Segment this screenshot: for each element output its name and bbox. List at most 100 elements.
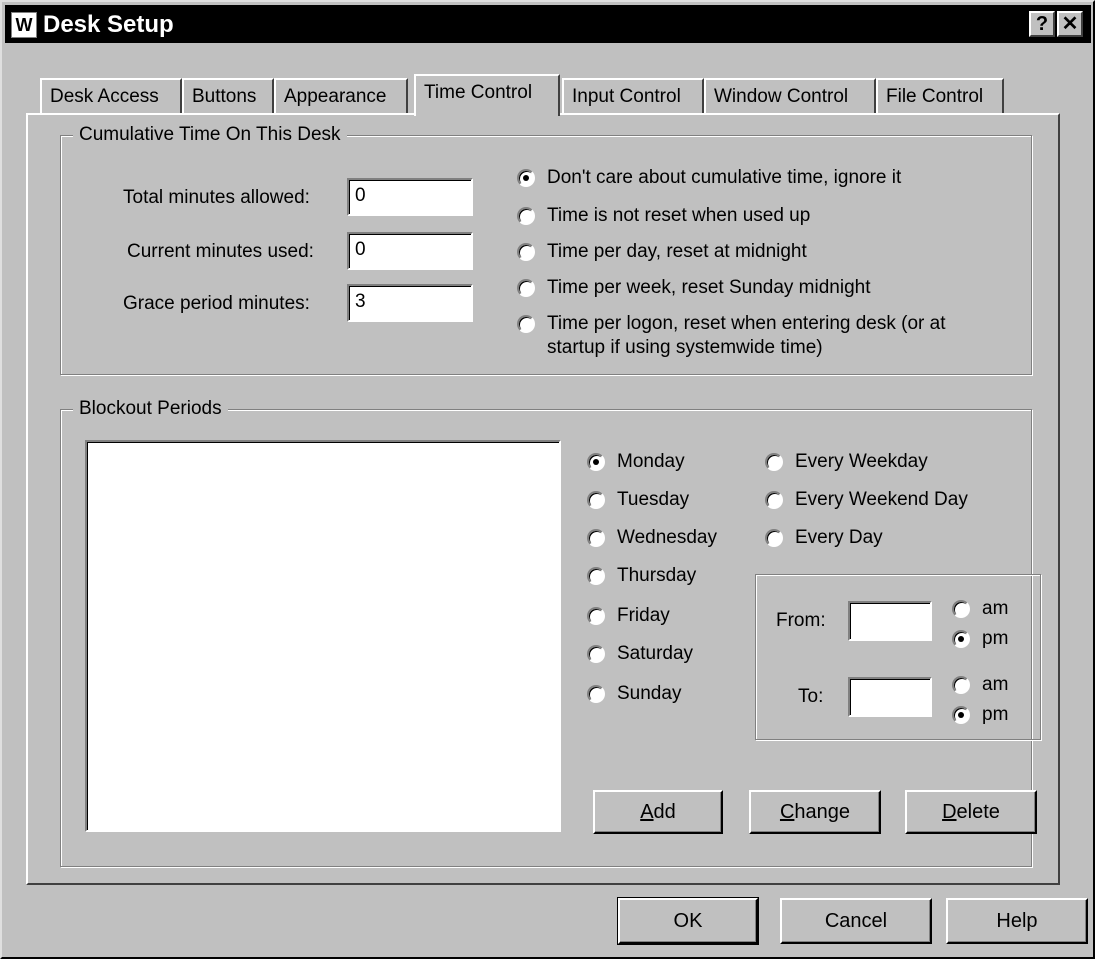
day-label: Saturday [617, 643, 694, 664]
group-label: Every Weekday [795, 451, 928, 472]
day-label: Monday [617, 451, 685, 472]
current-minutes-field[interactable]: 0 [347, 232, 473, 270]
option-not-reset[interactable]: Time is not reset when used up [517, 204, 810, 228]
option-label: Time per day, reset at midnight [547, 241, 807, 262]
am-label: am [982, 598, 1009, 619]
total-minutes-label: Total minutes allowed: [123, 187, 310, 208]
ok-button[interactable]: OK [617, 897, 759, 945]
option-per-day[interactable]: Time per day, reset at midnight [517, 240, 807, 264]
radio-icon[interactable] [587, 567, 605, 585]
delete-mnemonic: D [942, 801, 957, 823]
grace-period-label: Grace period minutes: [123, 293, 310, 314]
day-label: Tuesday [617, 489, 690, 510]
radio-icon[interactable] [587, 453, 605, 471]
radio-icon[interactable] [765, 529, 783, 547]
day-monday[interactable]: Monday [587, 450, 685, 474]
option-label: Don't care about cumulative time, ignore… [547, 167, 902, 188]
tab-desk-access[interactable]: Desk Access [40, 78, 182, 114]
time-range-group: From: am pm To: am pm [755, 574, 1041, 740]
radio-icon[interactable] [587, 685, 605, 703]
radio-icon[interactable] [517, 279, 535, 297]
group-label: Every Day [795, 527, 883, 548]
option-ignore-cumulative[interactable]: Don't care about cumulative time, ignore… [517, 166, 901, 190]
desk-setup-window: W Desk Setup ? ✕ Desk Access Buttons App… [0, 0, 1095, 959]
pm-label: pm [982, 628, 1009, 649]
cancel-button[interactable]: Cancel [780, 898, 932, 944]
window-title: Desk Setup [43, 11, 174, 38]
current-minutes-label: Current minutes used: [127, 241, 314, 262]
every-weekday[interactable]: Every Weekday [765, 450, 928, 474]
radio-icon[interactable] [952, 676, 970, 694]
option-per-logon[interactable]: Time per logon, reset when entering desk… [517, 312, 946, 336]
radio-icon[interactable] [587, 645, 605, 663]
help-button[interactable]: Help [946, 898, 1088, 944]
close-icon[interactable]: ✕ [1057, 11, 1083, 37]
day-sunday[interactable]: Sunday [587, 682, 681, 706]
from-pm[interactable]: pm [952, 627, 1008, 651]
day-label: Sunday [617, 683, 682, 704]
blockout-periods-group: Blockout Periods Monday Tuesday Wednesda… [60, 397, 1041, 867]
tab-time-control[interactable]: Time Control [414, 74, 560, 116]
change-button[interactable]: Change [749, 790, 881, 834]
radio-icon[interactable] [517, 243, 535, 261]
to-am[interactable]: am [952, 673, 1008, 697]
day-friday[interactable]: Friday [587, 604, 670, 628]
option-label: Time per week, reset Sunday midnight [547, 277, 871, 298]
day-label: Thursday [617, 565, 697, 586]
add-mnemonic: A [640, 801, 654, 823]
radio-icon[interactable] [765, 453, 783, 471]
radio-icon[interactable] [517, 169, 535, 187]
every-weekend-day[interactable]: Every Weekend Day [765, 488, 968, 512]
group-label: Every Weekend Day [795, 489, 968, 510]
day-label: Wednesday [617, 527, 717, 548]
title-bar[interactable]: W Desk Setup ? ✕ [5, 5, 1091, 43]
radio-icon[interactable] [587, 491, 605, 509]
total-minutes-field[interactable]: 0 [347, 178, 473, 216]
from-am[interactable]: am [952, 597, 1008, 621]
blockout-periods-list[interactable] [85, 440, 561, 832]
to-time-field[interactable] [848, 677, 932, 717]
day-wednesday[interactable]: Wednesday [587, 526, 717, 550]
delete-button[interactable]: Delete [905, 790, 1037, 834]
radio-icon[interactable] [517, 315, 535, 333]
pm-label: pm [982, 704, 1009, 725]
grace-period-field[interactable]: 3 [347, 284, 473, 322]
radio-icon[interactable] [587, 529, 605, 547]
day-saturday[interactable]: Saturday [587, 642, 693, 666]
add-label-rest: dd [653, 801, 676, 823]
am-label: am [982, 674, 1009, 695]
radio-icon[interactable] [952, 600, 970, 618]
tab-window-control[interactable]: Window Control [704, 78, 876, 114]
add-button[interactable]: Add [593, 790, 723, 834]
time-control-panel: Cumulative Time On This Desk Total minut… [26, 113, 1060, 885]
blockout-periods-group-title: Blockout Periods [73, 397, 228, 421]
change-label-rest: hange [794, 801, 851, 823]
option-per-logon-label-line2: startup if using systemwide time) [547, 337, 823, 358]
cumulative-time-group-title: Cumulative Time On This Desk [73, 123, 347, 147]
radio-icon[interactable] [952, 630, 970, 648]
day-tuesday[interactable]: Tuesday [587, 488, 689, 512]
help-icon[interactable]: ? [1029, 11, 1055, 37]
change-mnemonic: C [779, 801, 795, 823]
to-label: To: [798, 686, 824, 707]
cumulative-time-group: Cumulative Time On This Desk Total minut… [60, 123, 1032, 375]
day-label: Friday [617, 605, 670, 626]
option-label: Time is not reset when used up [547, 205, 811, 226]
tab-file-control[interactable]: File Control [876, 78, 1004, 114]
tab-input-control[interactable]: Input Control [562, 78, 704, 114]
to-pm[interactable]: pm [952, 703, 1008, 727]
radio-icon[interactable] [952, 706, 970, 724]
delete-label-rest: elete [956, 801, 1000, 823]
every-day[interactable]: Every Day [765, 526, 883, 550]
tab-strip: Desk Access Buttons Appearance Time Cont… [32, 74, 1032, 116]
option-label: Time per logon, reset when entering desk… [547, 313, 946, 334]
from-time-field[interactable] [848, 601, 932, 641]
tab-appearance[interactable]: Appearance [274, 78, 408, 114]
radio-icon[interactable] [517, 207, 535, 225]
app-icon[interactable]: W [11, 12, 37, 38]
option-per-week[interactable]: Time per week, reset Sunday midnight [517, 276, 871, 300]
radio-icon[interactable] [765, 491, 783, 509]
day-thursday[interactable]: Thursday [587, 564, 696, 588]
tab-buttons[interactable]: Buttons [182, 78, 274, 114]
radio-icon[interactable] [587, 607, 605, 625]
